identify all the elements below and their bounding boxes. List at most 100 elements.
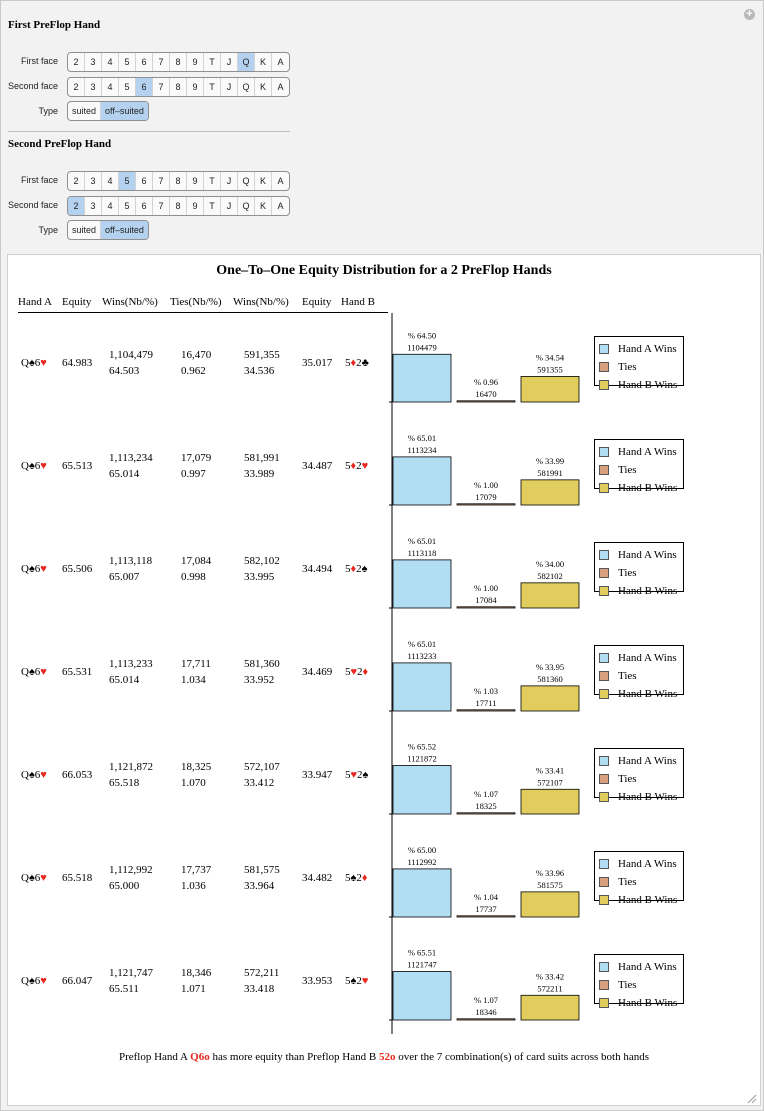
rank-button-A[interactable]: A <box>272 197 289 215</box>
legend-swatch <box>599 877 609 887</box>
summary-text-1: Preflop Hand A <box>118 1051 191 1063</box>
wins-b-pct: 33.952 <box>244 674 275 686</box>
second-face-label: Second face <box>7 81 58 91</box>
rank-button-Q[interactable]: Q <box>238 78 255 96</box>
rank-button-5[interactable]: 5 <box>119 172 136 190</box>
rank-button-7[interactable]: 7 <box>153 197 170 215</box>
rank-button-T[interactable]: T <box>204 197 221 215</box>
rank-button-7[interactable]: 7 <box>153 53 170 71</box>
rank-button-3[interactable]: 3 <box>85 172 102 190</box>
rank-button-T[interactable]: T <box>204 172 221 190</box>
rank-button-9[interactable]: 9 <box>187 53 204 71</box>
rank-button-K[interactable]: K <box>255 53 272 71</box>
rank-button-3[interactable]: 3 <box>85 78 102 96</box>
hand-b-wins-pct-label: % 34.54 <box>536 352 565 362</box>
hand-a-card-glyph: ♥ <box>40 666 47 678</box>
rank-button-9[interactable]: 9 <box>187 197 204 215</box>
legend-hand-a-wins: Hand A Wins <box>599 340 683 358</box>
suited-button[interactable]: suited <box>68 221 102 239</box>
rank-button-8[interactable]: 8 <box>170 197 187 215</box>
hand-b-wins-bar <box>520 891 580 918</box>
wins-b-pct: 33.412 <box>244 777 275 789</box>
ties-pct-label: % 1.00 <box>474 480 498 490</box>
rank-button-K[interactable]: K <box>255 172 272 190</box>
rank-button-4[interactable]: 4 <box>102 78 119 96</box>
off-suited-button[interactable]: off–suited <box>101 221 148 239</box>
rank-button-4[interactable]: 4 <box>102 53 119 71</box>
rank-button-A[interactable]: A <box>272 53 289 71</box>
ties-pct: 1.036 <box>181 880 206 892</box>
rank-button-6[interactable]: 6 <box>136 78 153 96</box>
hand-b-wins-pct-label: % 33.99 <box>536 456 564 466</box>
rank-button-5[interactable]: 5 <box>119 197 136 215</box>
rank-button-7[interactable]: 7 <box>153 172 170 190</box>
rank-button-8[interactable]: 8 <box>170 53 187 71</box>
suited-button[interactable]: suited <box>68 102 102 120</box>
rank-button-6[interactable]: 6 <box>136 53 153 71</box>
header-equity-b: Equity <box>302 296 332 308</box>
rank-button-2[interactable]: 2 <box>68 53 85 71</box>
rank-button-4[interactable]: 4 <box>102 172 119 190</box>
hand-b-wins-count-label: 581991 <box>537 468 563 478</box>
rank-button-J[interactable]: J <box>221 197 238 215</box>
rank-button-K[interactable]: K <box>255 78 272 96</box>
legend-swatch <box>599 483 609 493</box>
rank-button-3[interactable]: 3 <box>85 197 102 215</box>
rank-button-5[interactable]: 5 <box>119 78 136 96</box>
rank-button-A[interactable]: A <box>272 172 289 190</box>
rank-button-J[interactable]: J <box>221 53 238 71</box>
hand-b-wins-pct-label: % 33.96 <box>536 868 564 878</box>
hand-b-card-glyph: ♠ <box>362 769 369 781</box>
legend-swatch <box>599 465 609 475</box>
header-ties: Ties(Nb/%) <box>170 296 222 308</box>
off-suited-button[interactable]: off–suited <box>101 102 148 120</box>
rank-button-2[interactable]: 2 <box>68 197 85 215</box>
rank-button-T[interactable]: T <box>204 78 221 96</box>
rank-button-8[interactable]: 8 <box>170 172 187 190</box>
rank-button-J[interactable]: J <box>221 78 238 96</box>
rank-button-2[interactable]: 2 <box>68 78 85 96</box>
legend-hand-b-wins: Hand B Wins <box>599 994 683 1012</box>
rank-button-J[interactable]: J <box>221 172 238 190</box>
hand1-second-face-setter: 23456789TJQKA <box>67 77 290 97</box>
rank-button-K[interactable]: K <box>255 197 272 215</box>
rank-button-3[interactable]: 3 <box>85 53 102 71</box>
wins-a-nb: 1,121,872 <box>109 761 153 773</box>
hand-a-cards: Q♠6♥ <box>21 872 47 884</box>
rank-button-A[interactable]: A <box>272 78 289 96</box>
hand2-first-face-setter: 23456789TJQKA <box>67 171 290 191</box>
plus-icon[interactable]: + <box>744 9 755 20</box>
ties-count-label: 17079 <box>475 492 496 502</box>
rank-button-5[interactable]: 5 <box>119 53 136 71</box>
ties-count-label: 17711 <box>476 698 497 708</box>
rank-button-4[interactable]: 4 <box>102 197 119 215</box>
rank-button-9[interactable]: 9 <box>187 172 204 190</box>
rank-button-Q[interactable]: Q <box>238 197 255 215</box>
rank-button-9[interactable]: 9 <box>187 78 204 96</box>
legend-label: Ties <box>618 773 637 785</box>
hand-a-card-glyph: ♥ <box>40 460 47 472</box>
hand-b-card-glyph: ♦ <box>361 872 368 884</box>
legend-ties: Ties <box>599 976 683 994</box>
rank-button-Q[interactable]: Q <box>238 53 255 71</box>
hand-a-wins-count-label: 1121747 <box>407 960 436 970</box>
hand-a-wins-bar <box>392 662 452 712</box>
hand-a-card-glyph: Q <box>21 666 29 678</box>
rank-button-6[interactable]: 6 <box>136 197 153 215</box>
result-row: Q♠6♥ 66.053 1,121,872 65.518 18,325 1.070 572,… <box>8 725 760 828</box>
equity-b: 33.947 <box>302 769 333 781</box>
legend-swatch <box>599 550 609 560</box>
section-divider <box>8 131 290 132</box>
hand-a-wins-count-label: 1121872 <box>407 754 436 764</box>
wins-a-nb: 1,113,233 <box>109 658 153 670</box>
rank-button-2[interactable]: 2 <box>68 172 85 190</box>
wins-a-nb: 1,113,234 <box>109 452 153 464</box>
rank-button-8[interactable]: 8 <box>170 78 187 96</box>
resize-grip-icon[interactable] <box>745 1092 757 1104</box>
hand-a-cards: Q♠6♥ <box>21 357 47 369</box>
rank-button-6[interactable]: 6 <box>136 172 153 190</box>
legend-hand-b-wins: Hand B Wins <box>599 891 683 909</box>
rank-button-Q[interactable]: Q <box>238 172 255 190</box>
rank-button-T[interactable]: T <box>204 53 221 71</box>
rank-button-7[interactable]: 7 <box>153 78 170 96</box>
